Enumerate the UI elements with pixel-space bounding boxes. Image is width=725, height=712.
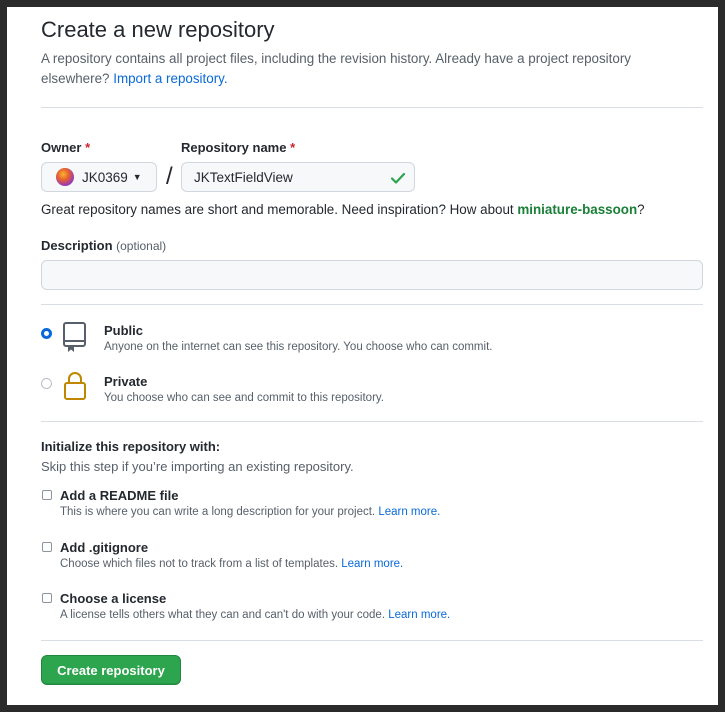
- readme-desc-text: This is where you can write a long descr…: [60, 506, 376, 518]
- name-suggestion: Great repository names are short and mem…: [41, 202, 645, 217]
- visibility-private-radio[interactable]: [41, 378, 52, 389]
- visibility-private-description: You choose who can see and commit to thi…: [104, 392, 384, 404]
- divider: [41, 640, 703, 641]
- license-option-title: Choose a license: [60, 591, 167, 606]
- divider: [41, 107, 703, 108]
- gitignore-option-description: Choose which files not to track from a l…: [60, 558, 403, 570]
- avatar: [56, 168, 74, 186]
- owner-value: JK0369: [82, 169, 128, 185]
- page-title: Create a new repository: [41, 17, 275, 42]
- initialize-subtitle: Skip this step if you’re importing an ex…: [41, 459, 354, 474]
- visibility-public-description: Anyone on the internet can see this repo…: [104, 341, 493, 353]
- readme-learn-more-link[interactable]: Learn more.: [378, 506, 440, 518]
- visibility-public-title: Public: [104, 323, 144, 338]
- readme-option-title: Add a README file: [60, 488, 179, 503]
- gitignore-learn-more-link[interactable]: Learn more.: [341, 558, 403, 570]
- owner-label: Owner *: [41, 140, 90, 155]
- owner-select[interactable]: JK0369 ▼: [41, 162, 157, 192]
- readme-option-description: This is where you can write a long descr…: [60, 506, 440, 518]
- description-input[interactable]: [41, 260, 703, 290]
- import-repository-link[interactable]: Import a repository.: [113, 71, 227, 86]
- suggestion-suffix: ?: [637, 202, 645, 217]
- required-mark: *: [85, 140, 91, 155]
- gitignore-option-title: Add .gitignore: [60, 540, 149, 555]
- license-learn-more-link[interactable]: Learn more.: [388, 609, 450, 621]
- readme-checkbox[interactable]: [42, 490, 52, 500]
- visibility-private-title: Private: [104, 374, 148, 389]
- suggested-name-link[interactable]: miniature-bassoon: [517, 202, 637, 217]
- initialize-title: Initialize this repository with:: [41, 439, 221, 454]
- visibility-public-radio[interactable]: [41, 328, 52, 339]
- repo-name-label-text: Repository name: [181, 140, 287, 155]
- description-label: Description (optional): [41, 238, 166, 253]
- required-mark: *: [290, 140, 296, 155]
- window-frame: Create a new repository A repository con…: [7, 7, 718, 705]
- create-repository-button[interactable]: Create repository: [41, 655, 181, 685]
- description-label-text: Description: [41, 238, 113, 253]
- suggestion-text: Great repository names are short and mem…: [41, 202, 514, 217]
- check-icon: [390, 172, 406, 184]
- license-checkbox[interactable]: [42, 593, 52, 603]
- divider: [41, 421, 703, 422]
- gitignore-desc-text: Choose which files not to track from a l…: [60, 558, 339, 570]
- owner-label-text: Owner: [41, 140, 82, 155]
- gitignore-checkbox[interactable]: [42, 542, 52, 552]
- chevron-down-icon: ▼: [132, 172, 142, 182]
- optional-hint: (optional): [116, 239, 167, 253]
- repository-name-input[interactable]: [181, 162, 415, 192]
- license-option-description: A license tells others what they can and…: [60, 609, 450, 621]
- lock-icon: [64, 372, 86, 400]
- repo-name-label: Repository name *: [181, 140, 295, 155]
- owner-repo-separator: /: [166, 163, 173, 190]
- repo-icon: [63, 322, 86, 352]
- divider: [41, 304, 703, 305]
- intro-text: A repository contains all project files,…: [41, 49, 681, 89]
- license-desc-text: A license tells others what they can and…: [60, 609, 386, 621]
